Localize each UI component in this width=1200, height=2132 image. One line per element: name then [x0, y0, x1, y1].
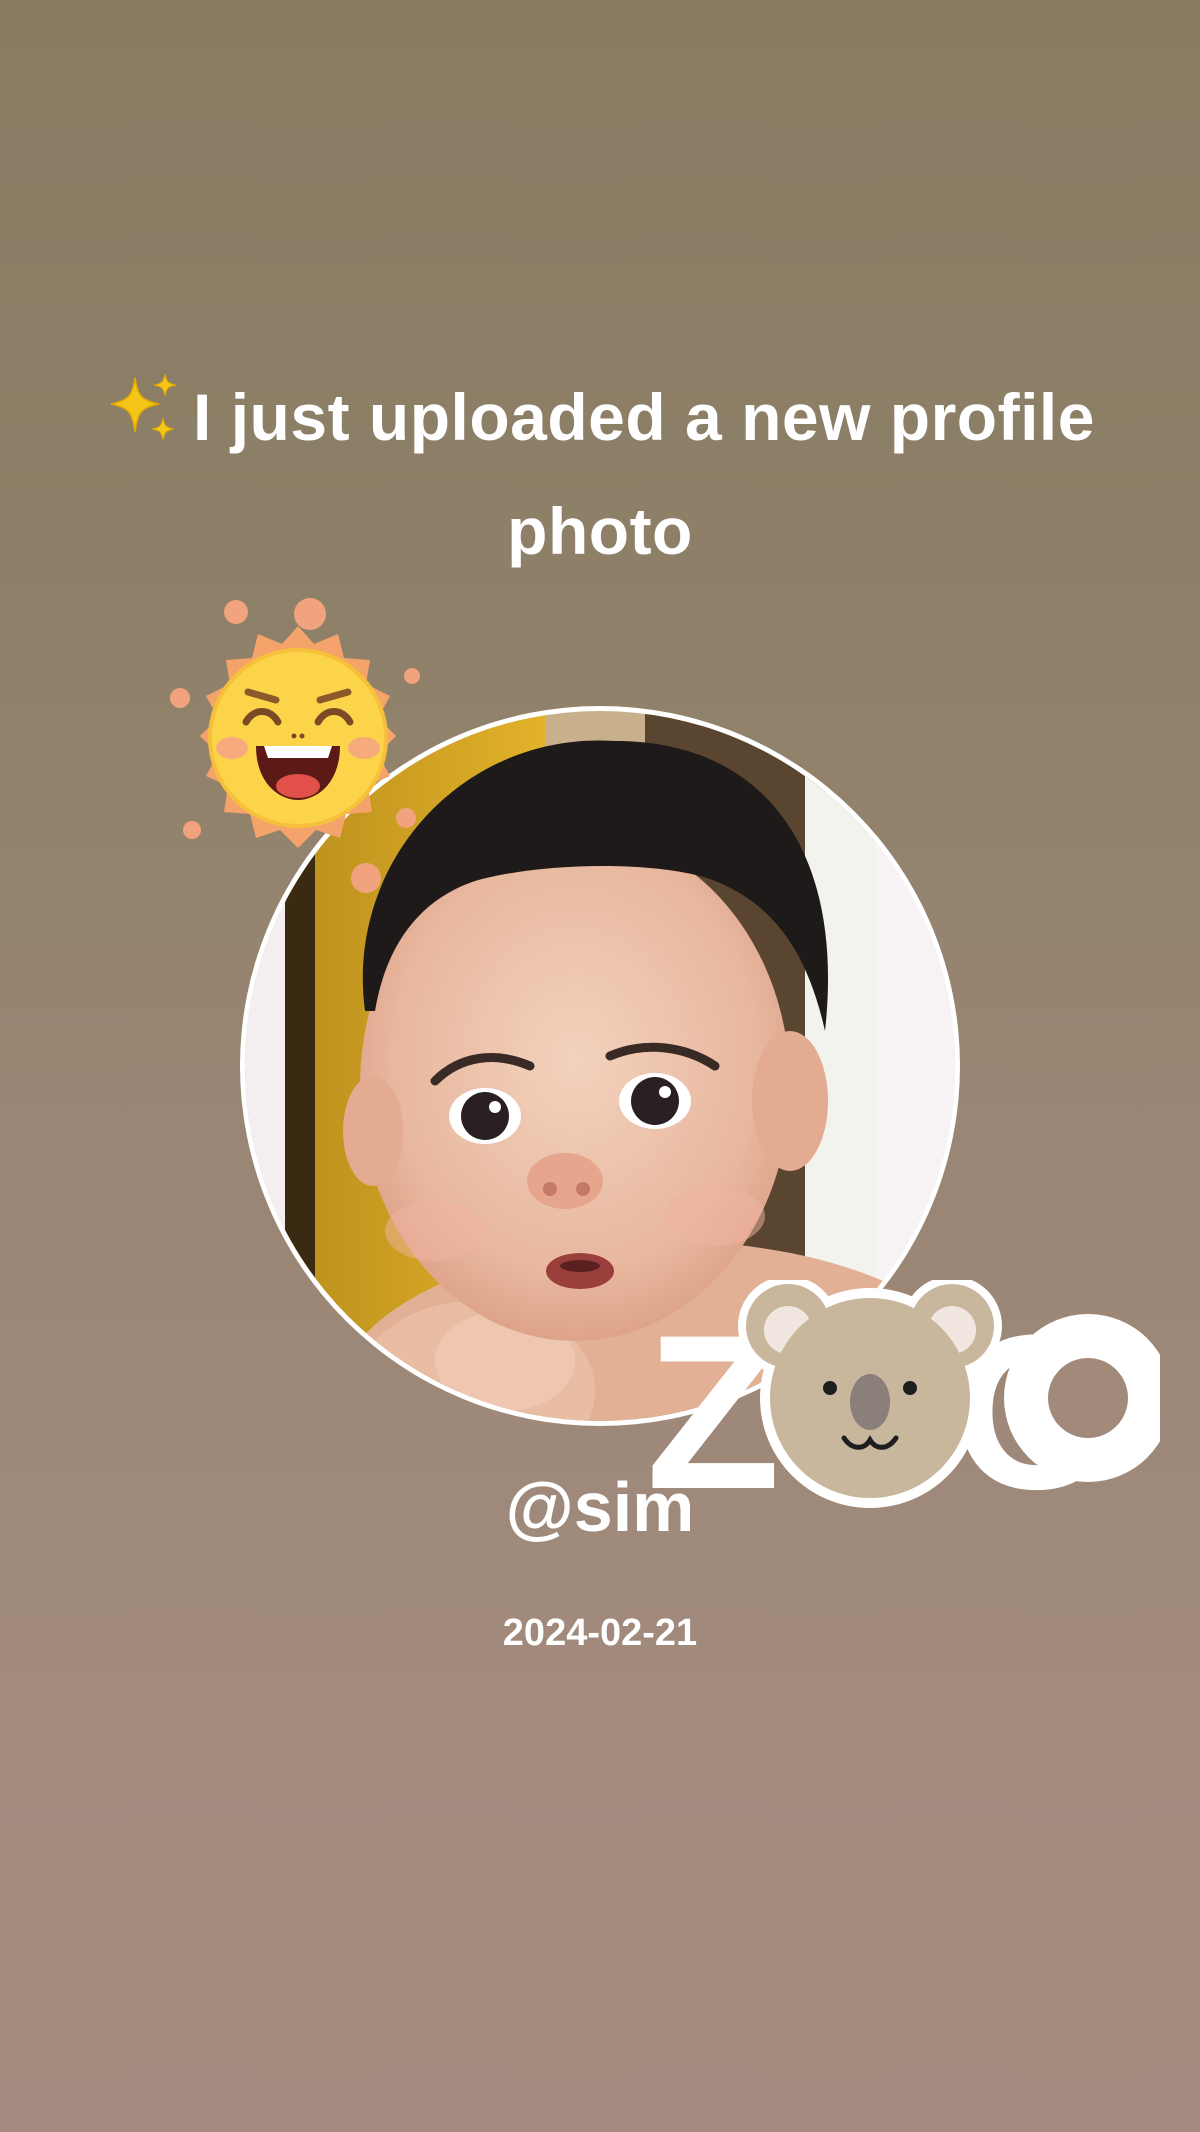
sparkles-icon — [105, 370, 185, 450]
headline: I just uploaded a new profile photo — [100, 360, 1100, 588]
laughing-sun-icon — [168, 594, 436, 894]
post-date: 2024-02-21 — [502, 1612, 698, 1654]
headline-text: I just uploaded a new profile photo — [193, 380, 1095, 568]
user-handle: @sim — [505, 1468, 695, 1546]
